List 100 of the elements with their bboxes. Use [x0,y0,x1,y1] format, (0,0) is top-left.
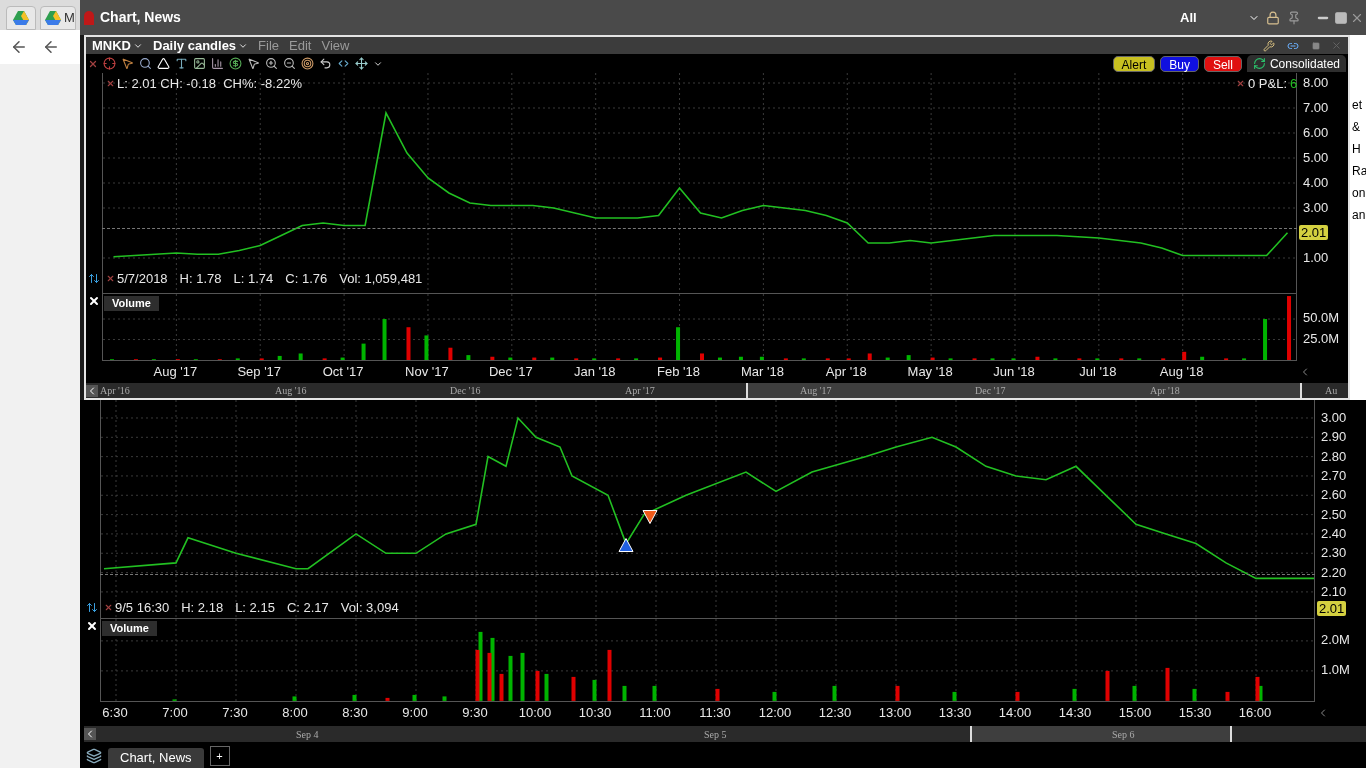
fit-icon[interactable] [337,57,350,70]
volume-bar [1165,667,1170,701]
axis-label: 8.00 [1303,76,1329,90]
minimize-icon[interactable] [1311,41,1321,50]
zoom-in-icon[interactable] [265,57,278,70]
target-icon[interactable] [301,57,314,70]
volume-bar [361,343,366,361]
scroll-left-icon[interactable] [84,728,96,740]
axis-label: 15:00 [1118,705,1152,720]
volume-bar [442,696,447,701]
volume-bar [1224,358,1229,361]
volume-bar [759,356,764,361]
symbol-dropdown[interactable]: MNKD [92,35,143,56]
volume-bar [424,335,429,361]
text-icon[interactable] [175,57,188,70]
browser-tab[interactable]: M [40,6,76,30]
tab[interactable]: Chart, News [108,748,204,768]
volume-bar [1077,358,1082,361]
axis-label: 3.00 [1303,201,1329,215]
axis-label: 14:30 [1058,705,1092,720]
menu-item[interactable]: File [258,35,280,56]
axis-label: 1.00 [1303,251,1329,265]
sell-button[interactable]: Sell [1203,55,1242,72]
buy-button[interactable]: Buy [1160,55,1199,72]
pin-icon[interactable] [1286,10,1302,25]
alert-button[interactable]: Alert [1112,55,1156,72]
bar-info-text: Vol: 3,094 [340,600,399,615]
volume-bar [990,358,995,361]
menu-item[interactable]: View [321,35,350,56]
navigator-label: Dec '16 [449,384,482,398]
navigator-label: Sep 5 [704,727,728,742]
axis-label: 2.40 [1321,526,1347,541]
back-icon[interactable] [10,38,28,56]
arrows-icon[interactable] [86,601,98,614]
zoom-out-icon[interactable] [283,57,296,70]
dollar-icon[interactable] [229,57,242,70]
navigator-label: Apr '16 [99,384,131,398]
volume-bar [1132,685,1137,701]
volume-bar [1105,670,1110,701]
bar-info-text: L: 2.15 [235,600,275,615]
volume-bar [406,327,411,361]
window-title: Chart, News [100,8,181,27]
data-source-button[interactable]: Consolidated [1246,55,1346,72]
axis-label: Aug '18 [1159,364,1204,379]
navigator-label: Apr '18 [1149,384,1181,398]
volume-bar [1137,358,1142,361]
close-icon[interactable] [88,295,100,307]
bars-icon[interactable] [211,57,224,70]
triangle-icon[interactable] [157,57,170,70]
volume-bar [574,358,579,361]
period-dropdown[interactable]: Daily candles [153,35,249,56]
expand-icon[interactable] [355,57,368,70]
volume-bar [717,357,722,361]
volume-bar [738,356,743,361]
volume-bar [1072,688,1077,701]
menu-item[interactable]: Edit [289,35,312,56]
axis-label: 13:00 [878,705,912,720]
axis-label: 2.20 [1321,565,1347,580]
volume-bar [1225,691,1230,701]
axis-label: 7:30 [222,705,248,720]
axis-label: 15:30 [1178,705,1212,720]
close-icon[interactable] [86,620,98,632]
navigator-label: Aug '16 [274,384,308,398]
last-price-badge: 2.01 [1317,601,1347,617]
volume-bar [1015,691,1020,701]
arrows-icon[interactable] [88,272,100,285]
wrench-icon[interactable] [1263,39,1275,52]
volume-bar [535,670,540,701]
volume-bar [1035,356,1040,361]
scroll-left-icon[interactable] [86,384,98,397]
lock-icon[interactable] [1266,9,1280,26]
search-icon[interactable] [139,57,152,70]
group-dropdown[interactable]: All [1180,7,1260,28]
text-fragment: H [1351,141,1362,157]
cursor-icon[interactable] [121,57,134,70]
volume-bar [825,358,830,361]
axis-label: 25.0M [1303,331,1340,346]
volume-bar [1242,358,1247,361]
axis-label: 12:30 [818,705,852,720]
axis-label: 4.00 [1303,176,1329,190]
axis-label: 8:00 [282,705,308,720]
axis-label: Dec '17 [489,364,533,379]
pnl-label: 0 P&L: [1248,76,1288,91]
axis-label: 9:00 [402,705,428,720]
crosshair-icon[interactable] [103,57,116,70]
undo-icon[interactable] [319,57,332,70]
pointer-icon[interactable] [247,57,260,70]
axis-label: 2.10 [1321,584,1347,599]
volume-bar [508,357,513,361]
add-tab-button[interactable]: + [209,746,230,766]
windows-icon[interactable] [86,748,102,764]
browser-tab[interactable] [6,6,36,30]
volume-bar [1011,358,1016,361]
volume-bar [550,357,555,361]
axis-label: 6.00 [1303,126,1329,140]
back-icon[interactable] [42,38,60,56]
maximize-icon[interactable] [1334,10,1348,25]
volume-bar [658,357,663,361]
bar-info-text: C: 1.76 [285,271,328,286]
picture-icon[interactable] [193,57,206,70]
